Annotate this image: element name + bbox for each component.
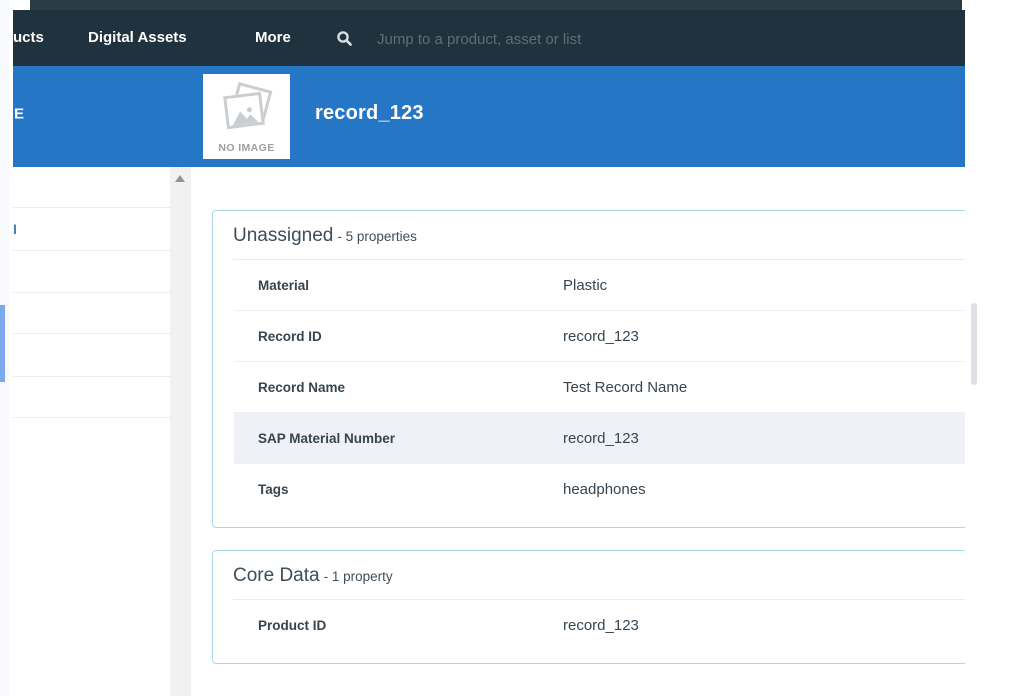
property-row[interactable]: Record NameTest Record Name — [234, 362, 965, 413]
card-title: Core Data — [233, 565, 320, 586]
property-cards: Unassigned- 5 propertiesMaterialPlasticR… — [212, 210, 965, 664]
property-label: Material — [258, 278, 563, 293]
nav-item-products-fragment[interactable]: ucts — [13, 10, 44, 66]
search-input[interactable] — [375, 24, 699, 54]
card-subtitle: - 5 properties — [337, 229, 417, 244]
property-label: Record Name — [258, 380, 563, 395]
property-row[interactable]: MaterialPlastic — [234, 260, 965, 311]
property-group-card: Core Data - 1 property Product IDrecord_12… — [212, 550, 965, 664]
property-row[interactable]: SAP Material Numberrecord_123 — [234, 413, 965, 464]
screen: ucts Digital Assets More E — [0, 0, 1010, 696]
property-group-card: Unassigned- 5 propertiesMaterialPlasticR… — [212, 210, 965, 528]
card-header: Core Data - 1 property — [213, 551, 965, 599]
app-window: ucts Digital Assets More E — [13, 0, 965, 696]
no-image-placeholder[interactable]: NO IMAGE — [203, 74, 290, 159]
right-scrollbar-fragment[interactable] — [971, 303, 977, 385]
property-value[interactable]: headphones — [563, 481, 965, 498]
property-row[interactable]: Record IDrecord_123 — [234, 311, 965, 362]
property-row[interactable]: Product IDrecord_123 — [234, 600, 965, 650]
header-text-fragment: E — [14, 106, 24, 123]
property-value[interactable]: record_123 — [563, 617, 965, 634]
property-value[interactable]: record_123 — [563, 328, 965, 345]
photo-stack-icon — [224, 86, 270, 130]
no-image-label: NO IMAGE — [203, 142, 290, 154]
sidebar-item[interactable] — [13, 377, 170, 418]
top-nav: ucts Digital Assets More — [13, 10, 965, 66]
sidebar-item[interactable] — [13, 167, 170, 208]
record-header: E NO IMAGE record_123 — [13, 66, 965, 167]
property-value[interactable]: record_123 — [563, 430, 965, 447]
property-value[interactable]: Plastic — [563, 277, 965, 294]
sidebar-item[interactable] — [13, 293, 170, 334]
property-label: Record ID — [258, 329, 563, 344]
nav-item-digital-assets[interactable]: Digital Assets — [88, 10, 187, 66]
property-row[interactable]: Tagsheadphones — [234, 464, 965, 514]
sidebar-item[interactable] — [13, 334, 170, 377]
card-subtitle: - 1 property — [324, 569, 393, 584]
sidebar-list: I — [13, 167, 170, 696]
content-area: I Unassigned - 5 properties MaterialPlasti… — [13, 167, 965, 696]
sidebar-item[interactable] — [13, 251, 170, 293]
card-header: Unassigned - 5 properties — [213, 211, 965, 259]
left-scrollbar-fragment[interactable] — [0, 305, 5, 382]
card-title: Unassigned — [233, 225, 333, 246]
sidebar-item-text-fragment: I — [13, 221, 17, 237]
mountain-photo-icon — [231, 104, 259, 125]
sidebar-scrollbar[interactable] — [170, 167, 191, 696]
sidebar-item[interactable] — [13, 208, 170, 251]
property-value[interactable]: Test Record Name — [563, 379, 965, 396]
nav-item-more[interactable]: More — [255, 10, 291, 66]
property-label: Product ID — [258, 618, 563, 633]
record-title: record_123 — [315, 102, 424, 125]
property-label: Tags — [258, 482, 563, 497]
scrollbar-up-arrow-icon[interactable] — [175, 175, 185, 182]
property-label: SAP Material Number — [258, 431, 563, 446]
search-icon — [336, 30, 353, 47]
